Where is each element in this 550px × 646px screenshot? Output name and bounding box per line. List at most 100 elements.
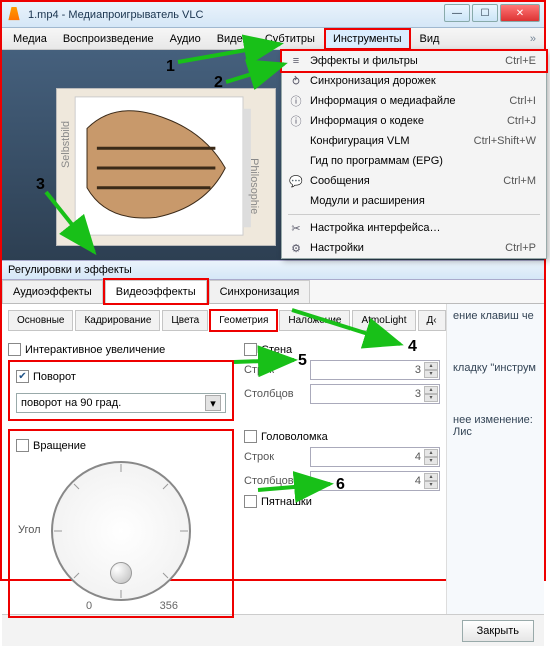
fifteen-checkbox[interactable] bbox=[244, 495, 257, 508]
window-title: 1.mp4 - Медиапроигрыватель VLC bbox=[28, 9, 203, 21]
dropdown-label: Синхронизация дорожек bbox=[310, 75, 436, 87]
wall-rows-label: Строк bbox=[244, 364, 304, 376]
subtab-geometry[interactable]: Геометрия bbox=[210, 310, 277, 331]
wall-label: Стена bbox=[261, 344, 292, 356]
tools-dropdown: ≡ Эффекты и фильтры Ctrl+E ⥁ Синхронизац… bbox=[281, 50, 547, 259]
gear-icon: ⚙ bbox=[288, 240, 304, 256]
tab-audio-effects[interactable]: Аудиоэффекты bbox=[2, 280, 103, 303]
subtab-atmolight[interactable]: AtmoLight bbox=[352, 310, 415, 331]
menu-audio[interactable]: Аудио bbox=[163, 30, 208, 48]
menu-item-codec-info[interactable]: ⓘ Информация о кодеке Ctrl+J bbox=[282, 111, 546, 131]
dropdown-label: Информация о медиафайле bbox=[310, 95, 456, 107]
subtab-basic[interactable]: Основные bbox=[8, 310, 73, 331]
sub-tabs: Основные Кадрирование Цвета Геометрия На… bbox=[8, 310, 440, 331]
angle-max: 356 bbox=[160, 600, 178, 612]
callout-3: 3 bbox=[36, 176, 45, 194]
rotation-dial[interactable]: Угол 0 bbox=[46, 456, 196, 606]
rotate-checkbox[interactable]: ✔ bbox=[16, 370, 29, 383]
rotation-checkbox[interactable] bbox=[16, 439, 29, 452]
menu-item-messages[interactable]: 💬 Сообщения Ctrl+M bbox=[282, 171, 546, 191]
puzzle-cols-spinner[interactable]: 4▴▾ bbox=[310, 471, 440, 491]
menu-item-media-info[interactable]: ⓘ Информация о медиафайле Ctrl+I bbox=[282, 91, 546, 111]
menu-item-customize-interface[interactable]: ✂ Настройка интерфейса… bbox=[282, 218, 546, 238]
puzzle-label: Головоломка bbox=[261, 431, 328, 443]
menu-item-track-sync[interactable]: ⥁ Синхронизация дорожек bbox=[282, 71, 546, 91]
subtab-overlay[interactable]: Наложение bbox=[279, 310, 350, 331]
sync-icon: ⥁ bbox=[288, 73, 304, 89]
menu-more-icon[interactable]: » bbox=[530, 33, 536, 45]
menu-tools[interactable]: Инструменты bbox=[324, 28, 411, 50]
wall-cols-spinner[interactable]: 3▴▾ bbox=[310, 384, 440, 404]
interactive-zoom-checkbox[interactable] bbox=[8, 343, 21, 356]
rotate-combo-value: поворот на 90 град. bbox=[21, 397, 121, 409]
dropdown-label: Конфигурация VLM bbox=[310, 135, 410, 147]
equalizer-icon: ≡ bbox=[288, 53, 304, 69]
rotate-combo[interactable]: поворот на 90 град. ▾ bbox=[16, 393, 226, 413]
callout-1: 1 bbox=[166, 58, 175, 76]
subtab-more[interactable]: Д‹ bbox=[418, 310, 446, 331]
dialog-title: Регулировки и эффекты bbox=[2, 260, 544, 280]
wall-cols-label: Столбцов bbox=[244, 388, 304, 400]
row-interactive-zoom: Интерактивное увеличение bbox=[8, 343, 234, 356]
wall-checkbox[interactable] bbox=[244, 343, 257, 356]
close-button[interactable]: Закрыть bbox=[462, 620, 534, 642]
speech-icon: 💬 bbox=[288, 173, 304, 189]
dropdown-label: Гид по программам (EPG) bbox=[310, 155, 443, 167]
menu-item-epg[interactable]: Гид по программам (EPG) bbox=[282, 151, 546, 171]
window-maximize-button[interactable]: ☐ bbox=[472, 4, 498, 22]
callout-4: 4 bbox=[408, 338, 417, 356]
info-icon: ⓘ bbox=[288, 93, 304, 109]
dropdown-shortcut: Ctrl+Shift+W bbox=[474, 135, 536, 147]
angle-min: 0 bbox=[86, 600, 92, 612]
info-icon: ⓘ bbox=[288, 113, 304, 129]
dropdown-label: Сообщения bbox=[310, 175, 370, 187]
angle-label: Угол bbox=[18, 524, 41, 536]
dialog-footer: Закрыть bbox=[2, 614, 544, 646]
rotate-label: Поворот bbox=[33, 371, 76, 383]
dropdown-shortcut: Ctrl+M bbox=[503, 175, 536, 187]
video-thumbnail: Philosophie Selbstbild bbox=[57, 89, 275, 245]
puzzle-cols-label: Столбцов bbox=[244, 475, 304, 487]
tab-video-effects[interactable]: Видеоэффекты bbox=[105, 280, 207, 303]
background-page-text: ение клавиш че кладку "инструм нее измен… bbox=[447, 304, 544, 614]
svg-text:Selbstbild: Selbstbild bbox=[60, 121, 72, 168]
puzzle-rows-label: Строк bbox=[244, 451, 304, 463]
dropdown-shortcut: Ctrl+E bbox=[505, 55, 536, 67]
menu-view[interactable]: Вид bbox=[413, 30, 447, 48]
chevron-down-icon: ▾ bbox=[205, 395, 221, 411]
interactive-zoom-label: Интерактивное увеличение bbox=[25, 344, 165, 356]
svg-text:Philosophie: Philosophie bbox=[248, 158, 260, 214]
menu-playback[interactable]: Воспроизведение bbox=[56, 30, 161, 48]
dropdown-label: Модули и расширения bbox=[310, 195, 425, 207]
menu-item-preferences[interactable]: ⚙ Настройки Ctrl+P bbox=[282, 238, 546, 258]
rotation-label: Вращение bbox=[33, 440, 86, 452]
menu-item-plugins[interactable]: Модули и расширения bbox=[282, 191, 546, 211]
menu-media[interactable]: Медиа bbox=[6, 30, 54, 48]
menu-subtitles[interactable]: Субтитры bbox=[258, 30, 322, 48]
window-close-button[interactable]: ✕ bbox=[500, 4, 540, 22]
puzzle-checkbox[interactable] bbox=[244, 430, 257, 443]
callout-6: 6 bbox=[336, 476, 345, 494]
callout-5: 5 bbox=[298, 352, 307, 370]
menu-item-vlm-config[interactable]: Конфигурация VLM Ctrl+Shift+W bbox=[282, 131, 546, 151]
dial-knob[interactable] bbox=[110, 562, 132, 584]
menubar: Медиа Воспроизведение Аудио Видео Субтит… bbox=[2, 28, 544, 50]
dropdown-label: Настройки bbox=[310, 242, 364, 254]
window-titlebar: 1.mp4 - Медиапроигрыватель VLC — ☐ ✕ bbox=[2, 2, 544, 28]
subtab-crop[interactable]: Кадрирование bbox=[75, 310, 160, 331]
puzzle-rows-spinner[interactable]: 4▴▾ bbox=[310, 447, 440, 467]
dropdown-shortcut: Ctrl+J bbox=[507, 115, 536, 127]
fifteen-label: Пятнашки bbox=[261, 496, 312, 508]
tab-synchronization[interactable]: Синхронизация bbox=[209, 280, 311, 303]
main-tabs: Аудиоэффекты Видеоэффекты Синхронизация bbox=[2, 280, 544, 304]
video-frame: Philosophie Selbstbild bbox=[56, 88, 276, 246]
dropdown-separator bbox=[288, 214, 540, 215]
callout-2: 2 bbox=[214, 74, 223, 92]
subtab-colors[interactable]: Цвета bbox=[162, 310, 208, 331]
menu-video[interactable]: Видео bbox=[210, 30, 256, 48]
menu-item-effects-filters[interactable]: ≡ Эффекты и фильтры Ctrl+E bbox=[282, 51, 546, 71]
window-minimize-button[interactable]: — bbox=[444, 4, 470, 22]
wall-rows-spinner[interactable]: 3▴▾ bbox=[310, 360, 440, 380]
dropdown-shortcut: Ctrl+I bbox=[509, 95, 536, 107]
dropdown-label: Настройка интерфейса… bbox=[310, 222, 441, 234]
